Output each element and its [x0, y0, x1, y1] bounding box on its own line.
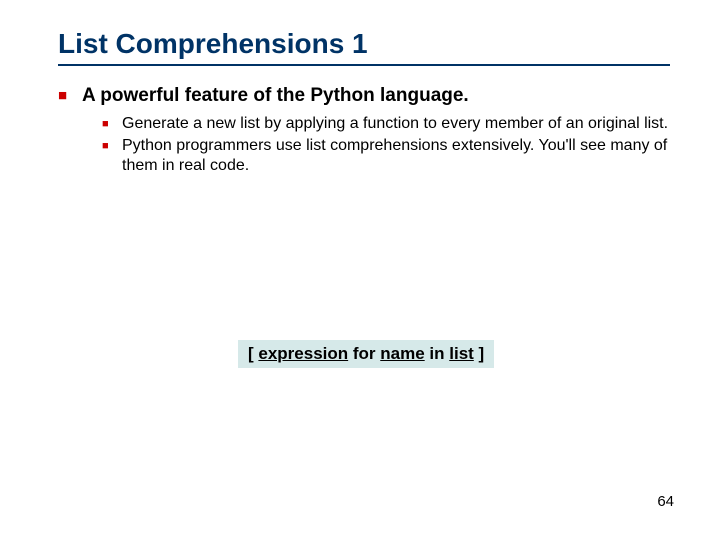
slide-title: List Comprehensions 1 — [58, 28, 670, 60]
syntax-close: ] — [474, 344, 484, 363]
title-underline — [58, 64, 670, 66]
square-bullet-icon: ■ — [102, 114, 109, 134]
bullet-level2: ■ Python programmers use list comprehens… — [58, 136, 670, 176]
syntax-name: name — [380, 344, 424, 363]
syntax-box: [ expression for name in list ] — [238, 340, 494, 368]
point-text: Python programmers use list comprehensio… — [122, 137, 667, 174]
heading-text: A powerful feature of the Python languag… — [82, 85, 469, 106]
bullet-level1: ■ A powerful feature of the Python langu… — [58, 84, 670, 108]
bullet-level2: ■ Generate a new list by applying a func… — [58, 114, 670, 134]
square-bullet-icon: ■ — [58, 84, 67, 108]
page-number: 64 — [657, 493, 674, 510]
square-bullet-icon: ■ — [102, 136, 109, 156]
syntax-expression: expression — [258, 344, 348, 363]
syntax-for: for — [348, 344, 380, 363]
slide: List Comprehensions 1 ■ A powerful featu… — [0, 0, 720, 540]
syntax-in: in — [425, 344, 450, 363]
point-text: Generate a new list by applying a functi… — [122, 115, 668, 132]
syntax-open: [ — [248, 344, 258, 363]
syntax-list: list — [449, 344, 474, 363]
